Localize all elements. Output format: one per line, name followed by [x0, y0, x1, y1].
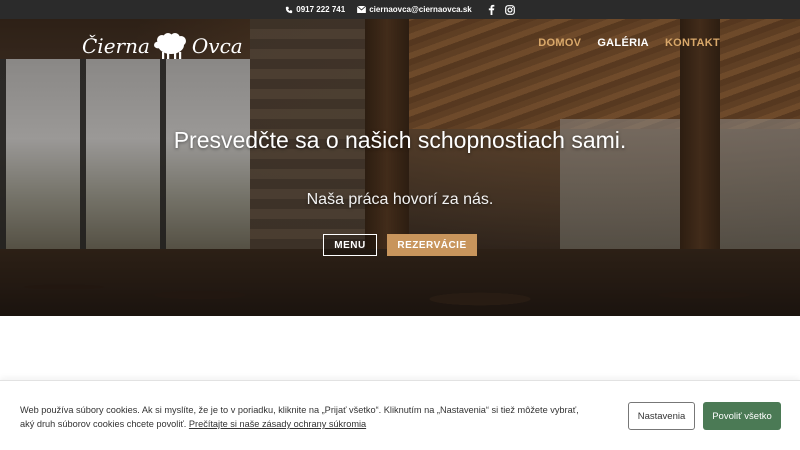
privacy-policy-link[interactable]: Prečítajte si naše zásady ochrany súkrom… — [189, 419, 366, 429]
hero-subline: Naša práca hovorí za nás. — [306, 191, 494, 208]
cookie-settings-button[interactable]: Nastavenia — [628, 402, 695, 430]
cookie-banner: Web používa súbory cookies. Ak si myslít… — [0, 380, 800, 450]
phone-number[interactable]: 0917 222 741 — [296, 5, 345, 14]
logo-text-left: Čierna — [82, 34, 150, 58]
facebook-icon[interactable] — [488, 4, 495, 15]
menu-button[interactable]: MENU — [323, 234, 377, 256]
hero-overlay — [0, 19, 800, 316]
main-navigation: DOMOV GALÉRIA KONTAKT — [538, 37, 720, 49]
nav-item-galeria[interactable]: GALÉRIA — [597, 37, 649, 49]
email-contact[interactable]: ciernaovca@ciernaovca.sk — [357, 5, 472, 14]
instagram-icon[interactable] — [504, 4, 515, 15]
top-info-bar: 0917 222 741 ciernaovca@ciernaovca.sk — [0, 0, 800, 19]
hero-section: Čierna Ovca DOMOV GALÉRIA KONTAKT Presve… — [0, 19, 800, 316]
email-address[interactable]: ciernaovca@ciernaovca.sk — [369, 5, 472, 14]
hero-actions: MENU REZERVÁCIE — [0, 234, 800, 256]
phone-contact[interactable]: 0917 222 741 — [285, 5, 345, 14]
cookie-allow-all-button[interactable]: Povoliť všetko — [703, 402, 781, 430]
reservation-button[interactable]: REZERVÁCIE — [387, 234, 477, 256]
sheep-icon — [152, 31, 190, 61]
nav-item-kontakt[interactable]: KONTAKT — [665, 37, 720, 49]
envelope-icon — [357, 6, 367, 13]
nav-item-domov[interactable]: DOMOV — [538, 37, 581, 49]
logo-text-right: Ovca — [191, 34, 243, 58]
hero-headline: Presvedčte sa o našich schopnostiach sam… — [173, 127, 627, 153]
phone-icon — [285, 6, 293, 14]
page-content — [0, 316, 800, 380]
social-links — [488, 4, 515, 15]
cookie-message: Web používa súbory cookies. Ak si myslít… — [20, 403, 585, 431]
site-logo[interactable]: Čierna Ovca — [82, 31, 243, 61]
